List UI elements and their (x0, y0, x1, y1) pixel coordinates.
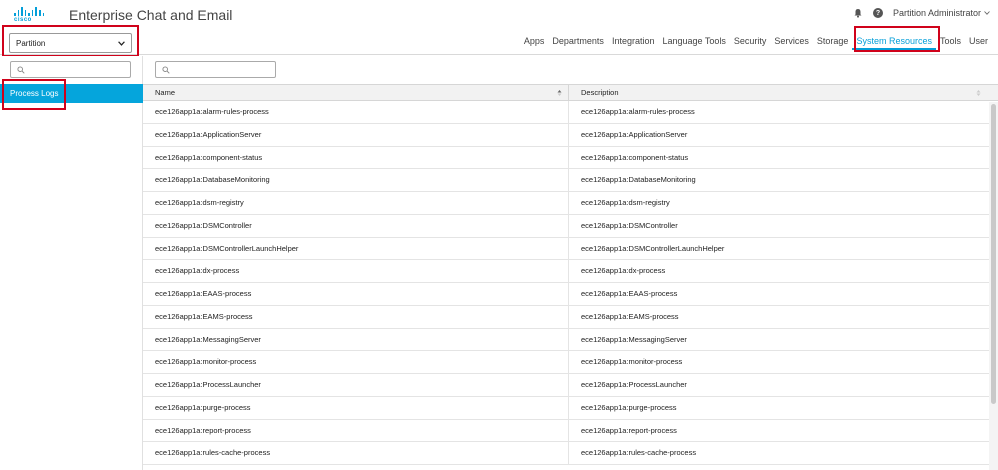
table-row[interactable]: ece126app1a:EAMS-process ece126app1a:EAMS… (143, 305, 998, 329)
cell-name: ece126app1a:ProcessLauncher (143, 374, 569, 396)
cell-name: ece126app1a:ApplicationServer (143, 123, 569, 146)
table-body: ece126app1a:alarm-rules-process ece126app… (143, 101, 998, 465)
cell-description: ece126app1a:EAAS-process (581, 289, 678, 298)
table-scrollbar-thumb[interactable] (991, 104, 996, 404)
user-menu[interactable]: Partition Administrator (893, 8, 990, 18)
cell-description: ece126app1a:ProcessLauncher (581, 380, 687, 389)
nav-integration[interactable]: Integration (608, 36, 659, 50)
table-row[interactable]: ece126app1a:ProcessLauncher ece126app1a:P… (143, 374, 998, 397)
sort-icon[interactable] (557, 89, 562, 97)
cell-name: ece126app1a:monitor-process (143, 351, 569, 373)
nav-storage[interactable]: Storage (813, 36, 853, 50)
column-header-description-label: Description (581, 88, 619, 97)
cell-description: ece126app1a:report-process (581, 425, 677, 435)
sidebar-highlight-box (2, 79, 66, 110)
cell-description: ece126app1a:component-status (581, 152, 689, 162)
cell-name: ece126app1a:DatabaseMonitoring (143, 169, 569, 191)
column-header-name-label: Name (155, 88, 176, 97)
search-icon (17, 66, 25, 74)
cell-name: ece126app1a:EAMS-process (143, 305, 569, 328)
nav-highlight-box (854, 26, 940, 52)
cell-name: ece126app1a:DSMController (143, 214, 569, 237)
header-actions: ? Partition Administrator (853, 8, 990, 18)
sidebar-search-input[interactable] (10, 61, 131, 78)
cell-name: ece126app1a:purge-process (143, 396, 569, 419)
partition-highlight-box (2, 25, 139, 57)
table-header: Name Description (143, 85, 998, 101)
cell-description: ece126app1a:purge-process (581, 402, 677, 412)
column-header-name[interactable]: Name (143, 85, 569, 100)
cell-description: ece126app1a:EAMS-process (581, 311, 679, 321)
nav-services[interactable]: Services (770, 36, 813, 50)
table-row[interactable]: ece126app1a:rules-cache-process ece126app… (143, 442, 998, 465)
cell-name: ece126app1a:EAAS-process (143, 283, 569, 305)
cisco-logo: cisco (14, 7, 45, 23)
table-scrollbar[interactable] (989, 102, 998, 470)
cell-description: ece126app1a:monitor-process (581, 357, 683, 367)
cell-name: ece126app1a:DSMControllerLaunchHelper (143, 237, 569, 260)
cell-description: ece126app1a:DSMController (581, 220, 678, 230)
app-header: cisco Enterprise Chat and Email ? Partit… (0, 0, 998, 30)
cell-description: ece126app1a:dx-process (581, 266, 666, 276)
sidebar: Process Logs (0, 56, 143, 470)
table-row[interactable]: ece126app1a:MessagingServer ece126app1a:M… (143, 328, 998, 352)
nav-departments[interactable]: Departments (548, 36, 608, 50)
cell-name: ece126app1a:dsm-registry (143, 192, 569, 214)
table-row[interactable]: ece126app1a:DSMControllerLaunchHelper ece… (143, 237, 998, 261)
cell-name: ece126app1a:component-status (143, 146, 569, 169)
nav-apps[interactable]: Apps (520, 36, 549, 50)
table-row[interactable]: ece126app1a:monitor-process ece126app1a:m… (143, 351, 998, 374)
table-row[interactable]: ece126app1a:alarm-rules-process ece126app… (143, 101, 998, 124)
nav-user[interactable]: User (965, 36, 992, 50)
app-title: Enterprise Chat and Email (69, 7, 233, 23)
bell-icon[interactable] (853, 8, 863, 18)
sort-icon[interactable] (976, 89, 981, 97)
chevron-down-icon (984, 11, 990, 15)
top-nav-bar: Partition Apps Departments Integration L… (0, 25, 998, 57)
nav-language-tools[interactable]: Language Tools (658, 36, 729, 50)
search-icon (162, 66, 170, 74)
help-icon[interactable]: ? (872, 8, 883, 18)
nav-security[interactable]: Security (730, 36, 771, 50)
table-row[interactable]: ece126app1a:ApplicationServer ece126app1a… (143, 123, 998, 147)
cell-description: ece126app1a:rules-cache-process (581, 448, 697, 458)
process-logs-table: Name Description ece126app1a:alarm-rules… (143, 84, 998, 470)
nav-tools[interactable]: Tools (936, 36, 965, 50)
table-row[interactable]: ece126app1a:purge-process ece126app1a:pur… (143, 396, 998, 420)
cell-name: ece126app1a:rules-cache-process (143, 442, 569, 464)
cell-description: ece126app1a:alarm-rules-process (581, 107, 695, 116)
cell-name: ece126app1a:alarm-rules-process (143, 101, 569, 123)
table-row[interactable]: ece126app1a:DatabaseMonitoring ece126app1… (143, 169, 998, 192)
table-row[interactable]: ece126app1a:DSMController ece126app1a:DSM… (143, 214, 998, 238)
cell-name: ece126app1a:MessagingServer (143, 328, 569, 351)
cell-description: ece126app1a:MessagingServer (581, 334, 687, 344)
logo-text: cisco (14, 17, 32, 23)
table-row[interactable]: ece126app1a:component-status ece126app1a:… (143, 146, 998, 170)
table-row[interactable]: ece126app1a:report-process ece126app1a:re… (143, 419, 998, 443)
column-header-description[interactable]: Description (569, 85, 987, 100)
table-row[interactable]: ece126app1a:dx-process ece126app1a:dx-pro… (143, 260, 998, 283)
cell-name: ece126app1a:report-process (143, 419, 569, 442)
main-panel: Name Description ece126app1a:alarm-rules… (143, 56, 998, 470)
table-search-input[interactable] (155, 61, 276, 78)
cell-description: ece126app1a:DatabaseMonitoring (581, 175, 696, 185)
user-name: Partition Administrator (892, 8, 981, 18)
cell-name: ece126app1a:dx-process (143, 260, 569, 282)
cell-description: ece126app1a:DSMControllerLaunchHelper (581, 243, 725, 253)
cell-description: ece126app1a:ApplicationServer (581, 129, 688, 139)
table-row[interactable]: ece126app1a:dsm-registry ece126app1a:dsm-… (143, 192, 998, 215)
table-row[interactable]: ece126app1a:EAAS-process ece126app1a:EAAS… (143, 283, 998, 306)
cell-description: ece126app1a:dsm-registry (581, 198, 670, 207)
